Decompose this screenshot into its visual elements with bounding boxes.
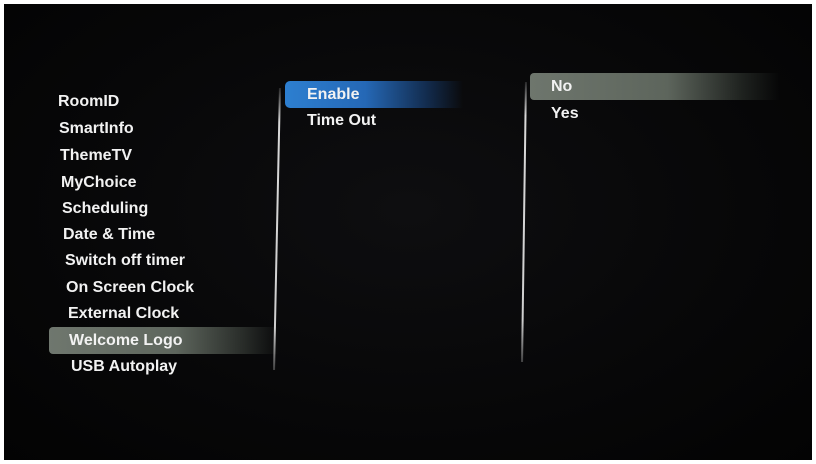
option-no[interactable]: No	[551, 78, 572, 96]
option-label: No	[551, 78, 573, 95]
option-yes[interactable]: Yes	[551, 105, 579, 123]
option-label: Yes	[551, 105, 579, 122]
enable-options-list: No Yes	[4, 4, 812, 460]
menu-item-label: Welcome Logo	[69, 332, 183, 349]
tv-screen: RoomID SmartInfo ThemeTV MyChoice Schedu…	[4, 4, 812, 460]
menu-item-welcome-logo[interactable]: Welcome Logo	[69, 332, 183, 350]
